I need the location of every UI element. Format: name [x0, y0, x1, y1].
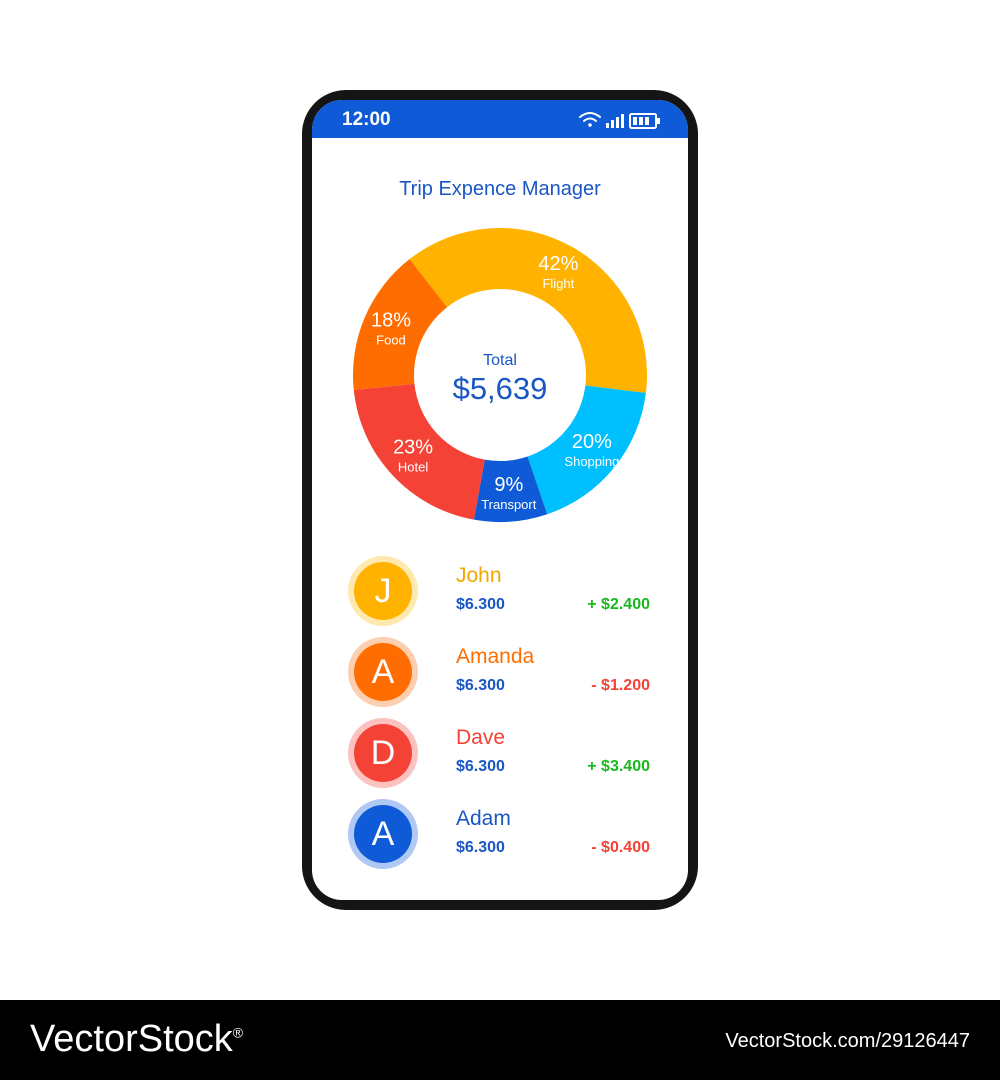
- avatar: J: [348, 556, 418, 626]
- slice-label-flight: Flight: [542, 276, 574, 291]
- battery-icon: [629, 113, 660, 129]
- slice-label-food: Food: [376, 333, 406, 348]
- slice-label-shopping: Shopping: [564, 454, 619, 469]
- app-screen: 12:00 Trip Expence Manager 42% Flight 20…: [312, 100, 688, 900]
- person-balance: - $0.400: [591, 839, 650, 856]
- person-name: John: [456, 564, 502, 587]
- slice-percent-transport: 9%: [494, 474, 523, 496]
- donut-center-label: Total: [483, 352, 517, 369]
- watermark-bar: VectorStock® VectorStock.com/29126447: [0, 1000, 1000, 1080]
- watermark-id: VectorStock.com/29126447: [725, 1030, 970, 1052]
- person-paid-amount: $6.300: [456, 839, 505, 856]
- slice-percent-food: 18%: [371, 310, 411, 332]
- avatar-initial: A: [354, 643, 412, 701]
- person-name: Amanda: [456, 645, 535, 668]
- avatar-initial: D: [354, 724, 412, 782]
- slice-percent-shopping: 20%: [572, 431, 612, 453]
- avatar: A: [348, 637, 418, 707]
- watermark-logo: VectorStock®: [30, 1018, 244, 1060]
- person-name: Dave: [456, 726, 506, 749]
- signal-icon: [606, 114, 624, 128]
- avatar: A: [348, 799, 418, 869]
- slice-percent-hotel: 23%: [393, 437, 433, 459]
- status-icons: [578, 110, 662, 135]
- slice-label-hotel: Hotel: [398, 460, 428, 475]
- avatar: D: [348, 718, 418, 788]
- phone-frame: 12:00 Trip Expence Manager 42% Flight 20…: [302, 90, 698, 910]
- status-time: 12:00: [342, 109, 391, 130]
- avatar-initial: J: [354, 562, 412, 620]
- avatar-initial: A: [354, 805, 412, 863]
- person-paid-amount: $6.300: [456, 596, 505, 613]
- slice-label-transport: Transport: [481, 497, 537, 512]
- person-balance: + $2.400: [587, 596, 650, 613]
- person-row[interactable]: J John $6.300 + $2.400: [348, 556, 658, 628]
- app-title: Trip Expence Manager: [399, 178, 601, 200]
- person-paid-amount: $6.300: [456, 677, 505, 694]
- person-name: Adam: [456, 807, 511, 830]
- person-balance: + $3.400: [587, 758, 650, 775]
- person-paid-amount: $6.300: [456, 758, 505, 775]
- expense-donut-chart: 42%Flight 20%Shopping 9%Transport 23%Hotel 1…: [353, 228, 647, 522]
- person-row[interactable]: D Dave $6.300 + $3.400: [348, 718, 658, 790]
- slice-percent-flight: 42%: [538, 253, 578, 275]
- person-row[interactable]: A Amanda $6.300 - $1.200: [348, 637, 658, 709]
- donut-center-total: $5,639: [453, 371, 548, 406]
- person-row[interactable]: A Adam $6.300 - $0.400: [348, 799, 658, 871]
- status-bar: 12:00: [312, 100, 688, 138]
- donut-slice-flight: [409, 228, 647, 393]
- wifi-icon: [579, 112, 601, 127]
- person-balance: - $1.200: [591, 677, 650, 694]
